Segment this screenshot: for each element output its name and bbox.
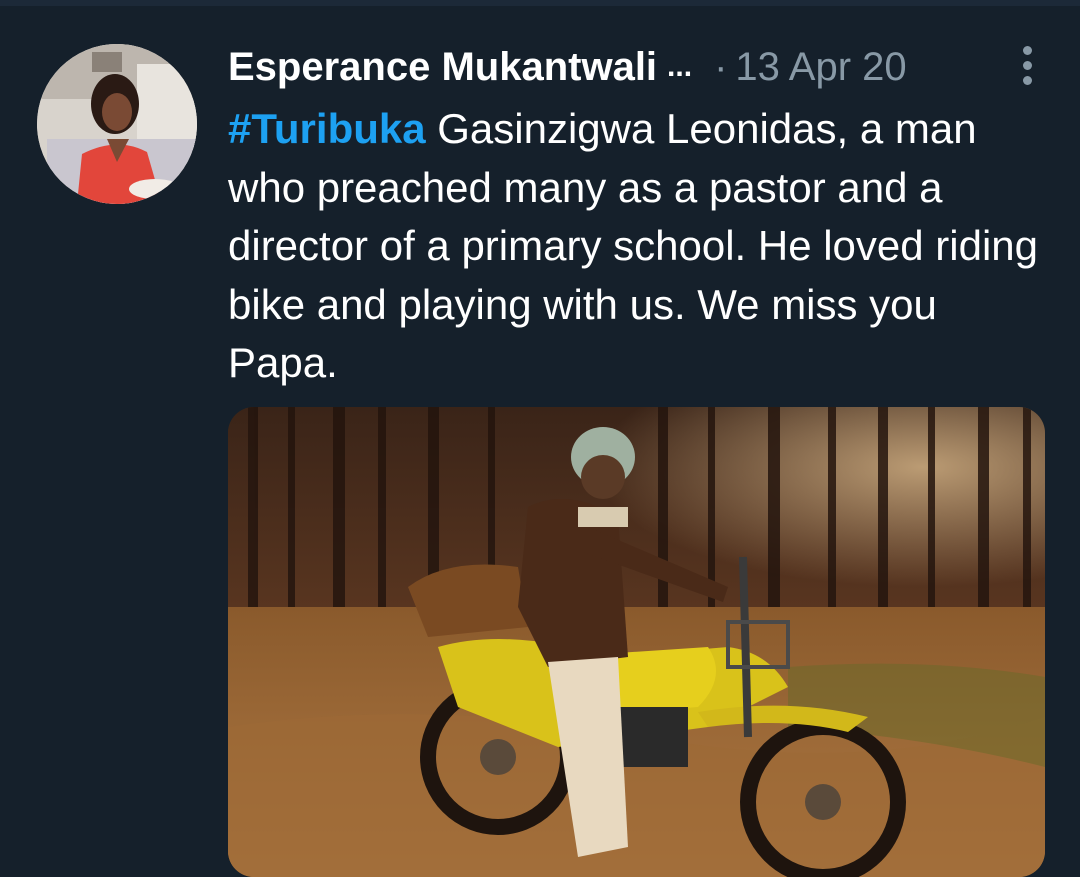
- dot: [1022, 46, 1032, 55]
- tweet-photo[interactable]: [228, 407, 1045, 877]
- name-truncation: ...: [667, 50, 693, 83]
- tweet-text: #Turibuka Gasinzigwa Leonidas, a man who…: [228, 100, 1048, 393]
- tweet[interactable]: Esperance Mukantwali ... · 13 Apr 20 #Tu…: [0, 6, 1080, 877]
- tweet-header: Esperance Mukantwali ... · 13 Apr 20: [228, 38, 1040, 96]
- header-separator: ·: [714, 45, 728, 89]
- dot: [1022, 61, 1032, 70]
- more-options-icon[interactable]: [1020, 46, 1034, 90]
- author-avatar[interactable]: [37, 44, 197, 204]
- author-name[interactable]: Esperance Mukantwali: [228, 38, 657, 96]
- dot: [1022, 76, 1032, 85]
- hashtag-link[interactable]: #Turibuka: [228, 105, 426, 152]
- tweet-date[interactable]: 13 Apr 20: [735, 38, 906, 96]
